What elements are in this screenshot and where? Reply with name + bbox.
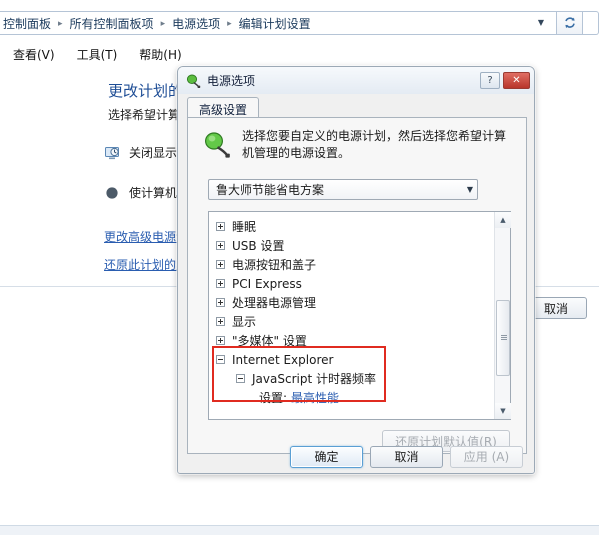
tree-item-label: Internet Explorer	[232, 352, 334, 367]
power-plug-icon	[185, 73, 201, 89]
tree-item-label: 电源按钮和盖子	[232, 258, 317, 272]
tree-item-power-buttons-and-lid[interactable]: 电源按钮和盖子	[209, 255, 494, 274]
expand-icon[interactable]	[216, 241, 225, 250]
chevron-down-icon: ▼	[466, 185, 473, 194]
collapse-icon[interactable]	[216, 355, 225, 364]
tree-item-display[interactable]: 显示	[209, 312, 494, 331]
ok-button[interactable]: 确定	[290, 445, 363, 468]
tree-item-label: 显示	[232, 315, 257, 329]
apply-button[interactable]: 应用 (A)	[450, 445, 523, 468]
scroll-up-icon[interactable]: ▲	[495, 212, 511, 228]
tree-item-label: "多媒体" 设置	[232, 334, 307, 348]
settings-tree[interactable]: 睡眠 USB 设置 电源按钮和盖子 PCI Express 处理器电源管理 显示…	[209, 212, 494, 419]
tab-strip: 高级设置	[187, 97, 527, 118]
menu-bar: 查看(V) 工具(T) 帮助(H)	[0, 43, 599, 65]
breadcrumb-item-1[interactable]: 所有控制面板项	[68, 14, 156, 33]
tree-item-label: USB 设置	[232, 239, 285, 253]
setting-value[interactable]: 最高性能	[291, 389, 339, 406]
menu-item-help[interactable]: 帮助(H)	[128, 44, 192, 65]
dialog-titlebar[interactable]: 电源选项 ? ✕	[178, 67, 534, 94]
tree-item-processor-power-management[interactable]: 处理器电源管理	[209, 293, 494, 312]
cancel-button[interactable]: 取消	[370, 445, 443, 468]
display-off-icon	[104, 145, 120, 161]
tree-item-javascript-timer-frequency[interactable]: JavaScript 计时器频率	[209, 369, 494, 388]
breadcrumb-separator: ▸	[160, 19, 166, 29]
expand-icon[interactable]	[216, 279, 225, 288]
status-strip	[0, 525, 599, 535]
tree-item-label: JavaScript 计时器频率	[252, 372, 376, 386]
scrollbar-thumb[interactable]	[496, 300, 510, 376]
dialog-description: 选择您要自定义的电源计划，然后选择您希望计算机管理的电源设置。	[201, 128, 517, 163]
link-change-advanced-power-settings[interactable]: 更改高级电源设	[104, 228, 188, 245]
expand-icon[interactable]	[216, 336, 225, 345]
titlebar-buttons: ? ✕	[480, 72, 530, 89]
tree-scrollbar[interactable]: ▲ ▼	[494, 212, 511, 419]
setting-label: 设置:	[259, 391, 288, 405]
power-plan-selected-value: 鲁大师节能省电方案	[216, 183, 325, 197]
expand-icon[interactable]	[216, 298, 225, 307]
close-icon[interactable]: ✕	[503, 72, 530, 89]
chevron-down-icon[interactable]: ▼	[532, 19, 552, 27]
address-bar: 控制面板 ▸ 所有控制面板项 ▸ 电源选项 ▸ 编辑计划设置 ▼	[0, 11, 599, 37]
tree-item-label: 处理器电源管理	[232, 296, 317, 310]
tree-item-setting-value[interactable]: 设置: 最高性能	[209, 388, 494, 407]
tree-item-multimedia-settings[interactable]: "多媒体" 设置	[209, 331, 494, 350]
scroll-down-icon[interactable]: ▼	[495, 403, 511, 419]
tab-advanced-settings[interactable]: 高级设置	[187, 97, 260, 118]
dialog-footer: 确定 取消 应用 (A)	[178, 440, 534, 473]
sleep-moon-icon	[104, 185, 120, 201]
dialog-description-text: 选择您要自定义的电源计划，然后选择您希望计算机管理的电源设置。	[242, 129, 507, 161]
breadcrumb-separator: ▸	[227, 19, 232, 29]
expand-icon[interactable]	[216, 260, 225, 269]
expand-icon[interactable]	[216, 317, 225, 326]
tree-item-label: PCI Express	[232, 276, 302, 291]
power-plan-icon	[201, 129, 231, 159]
help-button[interactable]: ?	[480, 72, 500, 89]
menu-item-tools[interactable]: 工具(T)	[66, 44, 129, 65]
tab-body: 选择您要自定义的电源计划，然后选择您希望计算机管理的电源设置。 鲁大师节能省电方…	[187, 117, 527, 454]
refresh-icon[interactable]	[557, 11, 583, 35]
tree-item-label: 睡眠	[232, 220, 257, 234]
power-options-dialog: 电源选项 ? ✕ 高级设置 选择您要自定义的电源计划，然后选择您希望计算机管理的…	[176, 65, 536, 475]
tree-item-sleep[interactable]: 睡眠	[209, 217, 494, 236]
expand-icon[interactable]	[216, 222, 225, 231]
settings-tree-container: 睡眠 USB 设置 电源按钮和盖子 PCI Express 处理器电源管理 显示…	[208, 211, 511, 420]
tree-item-usb-settings[interactable]: USB 设置	[209, 236, 494, 255]
tree-item-internet-explorer[interactable]: Internet Explorer	[209, 350, 494, 369]
power-plan-select[interactable]: 鲁大师节能省电方案 ▼	[208, 179, 478, 200]
breadcrumb-separator: ▸	[58, 19, 63, 29]
link-restore-plan-defaults[interactable]: 还原此计划的默	[104, 256, 188, 273]
breadcrumb-item-0[interactable]: 控制面板	[1, 14, 53, 33]
search-input[interactable]	[583, 11, 599, 35]
breadcrumb[interactable]: 控制面板 ▸ 所有控制面板项 ▸ 电源选项 ▸ 编辑计划设置 ▼	[0, 11, 557, 35]
dialog-title: 电源选项	[207, 74, 256, 88]
menu-item-view[interactable]: 查看(V)	[2, 44, 66, 65]
tree-item-pci-express[interactable]: PCI Express	[209, 274, 494, 293]
collapse-icon[interactable]	[236, 374, 245, 383]
breadcrumb-item-3[interactable]: 编辑计划设置	[237, 14, 313, 33]
breadcrumb-item-2[interactable]: 电源选项	[170, 14, 222, 33]
